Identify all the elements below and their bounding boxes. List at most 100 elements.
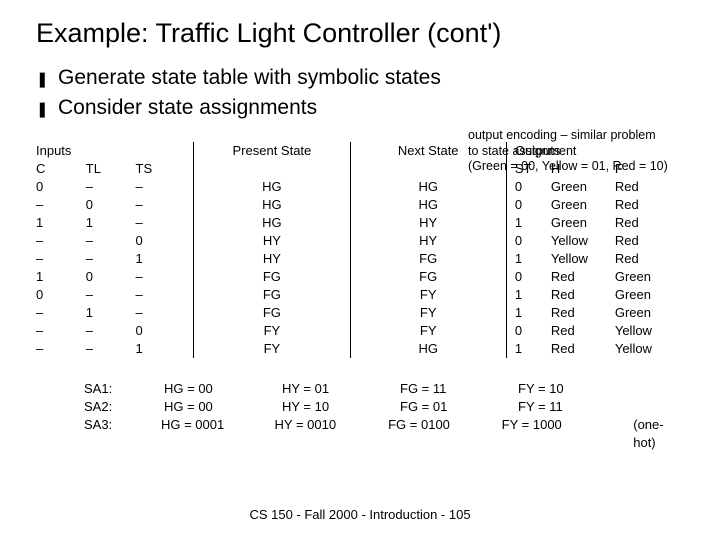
assignment-row: SA1:HG = 00HY = 01FG = 11FY = 10 xyxy=(36,380,684,398)
cell-st: 0 xyxy=(515,268,551,286)
cell-present-state: FY xyxy=(202,340,341,358)
present-state-header: Present State xyxy=(202,142,341,160)
cell-next-state: FY xyxy=(359,304,498,322)
assignment-fy: FY = 1000 xyxy=(502,416,616,434)
cell-ts: – xyxy=(136,214,186,232)
assignment-note xyxy=(636,398,684,416)
cell-tl: – xyxy=(86,286,136,304)
table-row: HY xyxy=(202,232,341,250)
cell-st: 1 xyxy=(515,214,551,232)
table-row: ––0 xyxy=(36,232,185,250)
table-row: HY xyxy=(202,250,341,268)
cell-h: Yellow xyxy=(551,232,615,250)
table-row: ––1 xyxy=(36,340,185,358)
table-row: FG xyxy=(202,286,341,304)
cell-f: Red xyxy=(615,232,679,250)
next-rows: HGHGHYHYFGFGFYFYFYHG xyxy=(359,178,498,358)
cell-present-state: FY xyxy=(202,322,341,340)
assignment-hy: HY = 10 xyxy=(282,398,400,416)
col-inputs: Inputs C TL TS 0–––0–11–––0––110–0–––1––… xyxy=(36,142,185,358)
cell-tl: – xyxy=(86,178,136,196)
assignment-fy: FY = 10 xyxy=(518,380,636,398)
cell-h: Green xyxy=(551,196,615,214)
state-assignments: SA1:HG = 00HY = 01FG = 11FY = 10SA2:HG =… xyxy=(36,380,684,434)
assignment-hg: HG = 0001 xyxy=(161,416,275,434)
assignment-label: SA3: xyxy=(36,416,161,434)
table-row: –0– xyxy=(36,196,185,214)
cell-f: Green xyxy=(615,304,679,322)
table-row: FY xyxy=(202,340,341,358)
assignment-hg: HG = 00 xyxy=(164,398,282,416)
cell-f: Yellow xyxy=(615,322,679,340)
table-row: HG xyxy=(359,178,498,196)
table-row: 0GreenRed xyxy=(515,196,684,214)
hdr-ts: TS xyxy=(136,160,186,178)
cell-c: – xyxy=(36,340,86,358)
table-row: 10– xyxy=(36,268,185,286)
cell-st: 0 xyxy=(515,178,551,196)
cell-f: Red xyxy=(615,196,679,214)
cell-h: Red xyxy=(551,304,615,322)
bullet-icon: ❚ xyxy=(36,99,58,121)
cell-next-state: FG xyxy=(359,250,498,268)
cell-f: Red xyxy=(615,250,679,268)
table-row: 1YellowRed xyxy=(515,250,684,268)
assignment-note: (one-hot) xyxy=(615,416,684,434)
cell-ts: – xyxy=(136,268,186,286)
assignment-row: SA2:HG = 00HY = 10FG = 01FY = 11 xyxy=(36,398,684,416)
cell-c: 1 xyxy=(36,268,86,286)
cell-tl: – xyxy=(86,322,136,340)
cell-ts: 1 xyxy=(136,340,186,358)
table-row: FY xyxy=(202,322,341,340)
assignment-hy: HY = 01 xyxy=(282,380,400,398)
table-row: FG xyxy=(202,268,341,286)
col-present-state: Present State HGHGHGHYHYFGFGFGFYFY xyxy=(202,142,341,358)
table-row: 0YellowRed xyxy=(515,232,684,250)
cell-next-state: HG xyxy=(359,196,498,214)
cell-f: Green xyxy=(615,268,679,286)
cell-h: Red xyxy=(551,286,615,304)
assignment-note xyxy=(636,380,684,398)
assignment-fg: FG = 11 xyxy=(400,380,518,398)
cell-st: 0 xyxy=(515,196,551,214)
cell-present-state: HG xyxy=(202,196,341,214)
cell-ts: – xyxy=(136,286,186,304)
table-row: HG xyxy=(202,196,341,214)
cell-st: 1 xyxy=(515,250,551,268)
cell-f: Red xyxy=(615,214,679,232)
cell-tl: – xyxy=(86,340,136,358)
cell-h: Green xyxy=(551,178,615,196)
divider xyxy=(193,142,194,358)
cell-h: Red xyxy=(551,268,615,286)
table-row: 1GreenRed xyxy=(515,214,684,232)
cell-c: – xyxy=(36,322,86,340)
table-row: FY xyxy=(359,304,498,322)
cell-ts: – xyxy=(136,304,186,322)
cell-ts: 0 xyxy=(136,232,186,250)
bullet-icon: ❚ xyxy=(36,69,58,91)
spacer xyxy=(202,160,341,178)
table-row: HY xyxy=(359,232,498,250)
cell-h: Green xyxy=(551,214,615,232)
table-row: 0GreenRed xyxy=(515,178,684,196)
assignment-hg: HG = 00 xyxy=(164,380,282,398)
table-row: –1– xyxy=(36,304,185,322)
cell-c: – xyxy=(36,250,86,268)
cell-f: Yellow xyxy=(615,340,679,358)
cell-h: Red xyxy=(551,340,615,358)
cell-ts: 1 xyxy=(136,250,186,268)
slide-title: Example: Traffic Light Controller (cont'… xyxy=(36,18,684,49)
table-row: FY xyxy=(359,286,498,304)
table-row: 0–– xyxy=(36,286,185,304)
assignment-label: SA1: xyxy=(36,380,164,398)
cell-c: 1 xyxy=(36,214,86,232)
assignment-fg: FG = 01 xyxy=(400,398,518,416)
cell-present-state: FG xyxy=(202,304,341,322)
cell-tl: 0 xyxy=(86,196,136,214)
table-row: HG xyxy=(202,214,341,232)
cell-c: – xyxy=(36,304,86,322)
bullet-text: Generate state table with symbolic state… xyxy=(58,63,684,93)
cell-st: 1 xyxy=(515,304,551,322)
table-row: HG xyxy=(202,178,341,196)
cell-f: Red xyxy=(615,178,679,196)
